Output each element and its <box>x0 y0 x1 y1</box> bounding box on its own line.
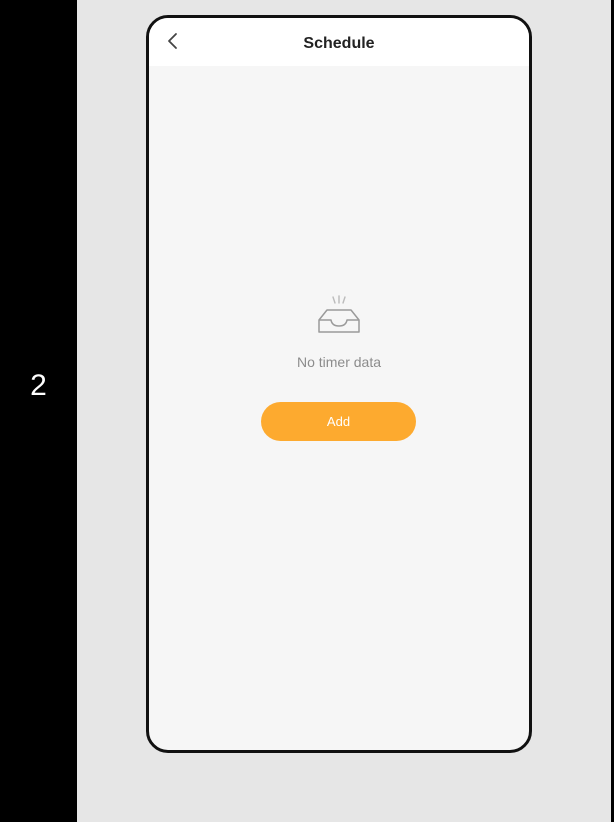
page-title: Schedule <box>303 35 375 52</box>
app-header: Schedule <box>149 18 529 66</box>
chevron-left-icon <box>168 33 177 49</box>
phone-screen: Schedule No timer data Add <box>146 15 532 753</box>
step-sidebar: 2 <box>0 0 77 822</box>
empty-state-message: No timer data <box>296 354 382 370</box>
step-number: 2 <box>30 369 47 402</box>
back-button[interactable] <box>163 30 185 52</box>
empty-inbox-icon <box>318 295 360 333</box>
add-button[interactable]: Add <box>261 402 416 441</box>
